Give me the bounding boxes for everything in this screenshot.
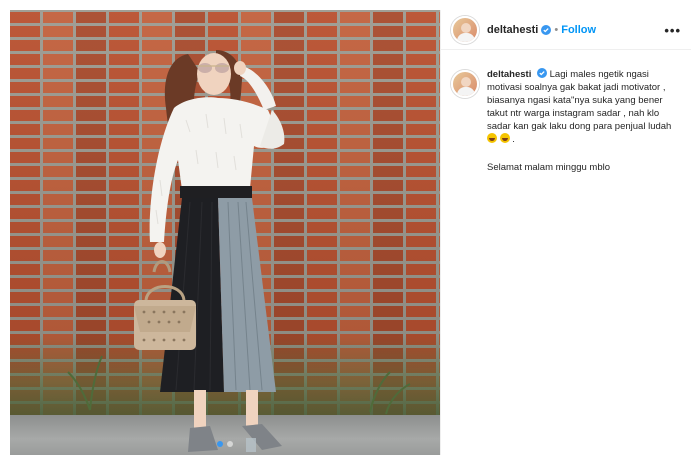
post-side-panel: deltahesti • Follow ••• deltahesti Lagi … xyxy=(440,10,691,455)
avatar-body xyxy=(457,87,475,96)
woman-figure xyxy=(67,50,411,452)
laughing-emoji-icon xyxy=(487,133,497,143)
carousel-dot[interactable] xyxy=(227,441,233,447)
more-options-icon[interactable]: ••• xyxy=(664,23,681,38)
caption-body: deltahesti Lagi males ngetik ngasi motiv… xyxy=(487,68,681,174)
header-separator: • xyxy=(554,23,559,36)
avatar-face xyxy=(461,77,471,87)
follow-button[interactable]: Follow xyxy=(561,24,596,36)
header-username[interactable]: deltahesti xyxy=(487,24,538,36)
verified-badge-icon xyxy=(537,68,547,78)
post-header: deltahesti • Follow ••• xyxy=(441,10,691,50)
carousel-indicator xyxy=(10,441,440,447)
avatar-body xyxy=(457,32,475,42)
verified-badge-icon xyxy=(541,24,552,35)
caption-end: . xyxy=(512,134,515,145)
caption-avatar[interactable] xyxy=(451,70,479,98)
post-photo[interactable] xyxy=(10,10,440,455)
avatar-face xyxy=(461,22,471,33)
laughing-emoji-icon xyxy=(499,133,510,143)
caption-username[interactable]: deltahesti xyxy=(487,69,531,80)
caption-second-line: Selamat malam minggu mblo xyxy=(487,162,611,173)
caption-comment: deltahesti Lagi males ngetik ngasi motiv… xyxy=(451,68,683,174)
avatar[interactable] xyxy=(451,15,479,44)
carousel-dot-active[interactable] xyxy=(217,441,223,447)
instagram-post-frame: deltahesti • Follow ••• deltahesti Lagi … xyxy=(0,0,700,465)
caption-paragraph: deltahesti Lagi males ngetik ngasi motiv… xyxy=(487,68,681,146)
